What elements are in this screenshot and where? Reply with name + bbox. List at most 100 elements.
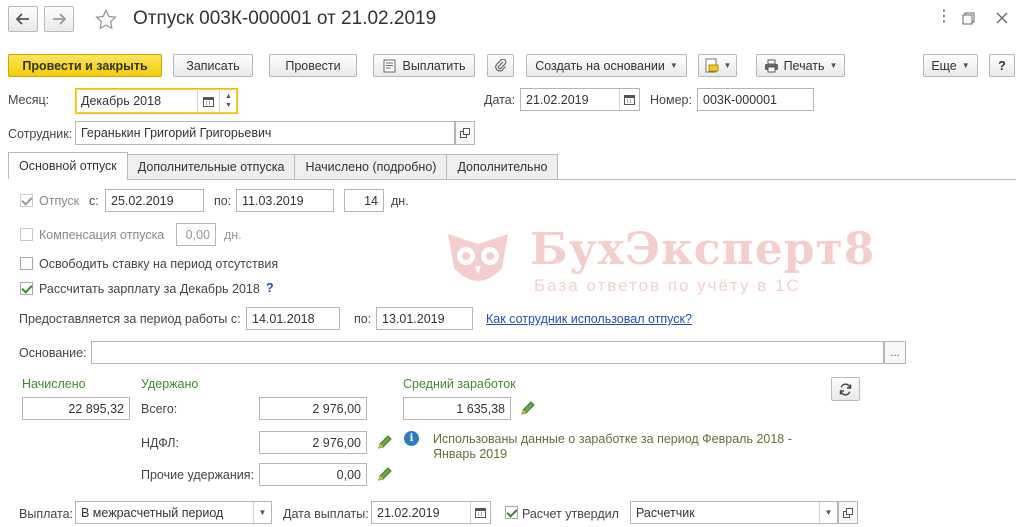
watermark-brand: БухЭксперт8 (530, 224, 876, 275)
edit-avg-pencil-icon[interactable] (520, 400, 536, 416)
number-label: Номер: (650, 93, 692, 107)
dropdown-arrow-icon[interactable]: ▼ (253, 502, 271, 523)
back-button[interactable] (8, 6, 38, 32)
vacation-from-field[interactable]: 25.02.2019 (105, 189, 204, 212)
compensation-field[interactable]: 0,00 (176, 223, 216, 246)
compensation-value: 0,00 (185, 227, 210, 242)
employee-label: Сотрудник: (8, 127, 73, 141)
compensation-label: Компенсация отпуска (39, 228, 165, 242)
attach-button[interactable] (487, 54, 514, 77)
arrow-left-icon (16, 13, 29, 25)
free-rate-checkbox[interactable] (20, 257, 33, 270)
vacation-days-value: 14 (364, 193, 378, 208)
month-stepper[interactable]: ▲ ▼ (219, 89, 237, 113)
dropdown-arrow-icon[interactable]: ▼ (819, 502, 837, 523)
calendar-icon[interactable] (470, 502, 490, 523)
vacation-checkbox[interactable] (20, 194, 33, 207)
edit-ndfl-pencil-icon[interactable] (377, 434, 393, 450)
open-approver-button[interactable] (838, 501, 858, 524)
period-label: Предоставляется за период работы с: (19, 312, 241, 326)
period-to-field[interactable]: 13.01.2019 (376, 307, 473, 330)
star-icon[interactable] (95, 9, 117, 30)
save-button[interactable]: Записать (173, 54, 253, 77)
date-label: Дата: (484, 93, 516, 107)
avg-earnings-value: 1 635,38 (456, 401, 505, 416)
avg-earnings-field: 1 635,38 (403, 397, 511, 420)
free-rate-label: Освободить ставку на период отсутствия (39, 257, 279, 271)
report-menu-button[interactable]: ▼ (698, 54, 737, 77)
approved-checkbox[interactable] (505, 506, 518, 519)
tab-main-vacation[interactable]: Основной отпуск (8, 152, 128, 179)
forward-button[interactable] (44, 6, 74, 32)
vacation-usage-link[interactable]: Как сотрудник использовал отпуск? (486, 312, 692, 326)
owl-logo-icon (448, 234, 508, 281)
compensation-checkbox[interactable] (20, 228, 33, 241)
employee-field[interactable]: Геранькин Григорий Григорьевич (75, 121, 455, 145)
period-from-field[interactable]: 14.01.2018 (246, 307, 340, 330)
number-field[interactable]: 003К-000001 (697, 88, 814, 111)
basis-select-label: ... (890, 346, 900, 359)
arrow-right-icon (53, 13, 66, 25)
dropdown-arrow-icon: ▼ (829, 61, 838, 70)
other-withholdings-field: 0,00 (259, 463, 367, 486)
dropdown-arrow-icon: ▼ (961, 61, 970, 70)
ndfl-label: НДФЛ: (141, 436, 179, 450)
tab-additional-vacations[interactable]: Дополнительные отпуска (126, 154, 296, 179)
withheld-label: Удержано (141, 377, 199, 391)
vacation-days-field[interactable]: 14 (344, 189, 384, 212)
info-text-line-1: Использованы данные о заработке за перио… (433, 432, 792, 446)
calendar-icon[interactable] (619, 89, 639, 110)
print-button[interactable]: Печать ▼ (756, 54, 845, 77)
pay-date-value: 21.02.2019 (377, 505, 440, 520)
dropdown-arrow-icon: ▼ (723, 61, 732, 70)
create-based-on-button[interactable]: Создать на основании ▼ (526, 54, 687, 77)
calc-salary-help-icon[interactable]: ? (266, 281, 274, 295)
payout-label: Выплата: (19, 507, 74, 521)
window-title: Отпуск 003К-000001 от 21.02.2019 (133, 8, 437, 29)
step-up-icon[interactable]: ▲ (225, 92, 232, 101)
total-value: 2 976,00 (312, 401, 361, 416)
more-label: Еще (931, 58, 957, 73)
open-link-icon (843, 507, 853, 518)
date-value: 21.02.2019 (526, 92, 589, 107)
info-icon: i (404, 431, 419, 446)
date-field[interactable]: 21.02.2019 (520, 88, 640, 111)
pay-label: Выплатить (402, 58, 466, 73)
approved-by-select[interactable]: Расчетчик ▼ (630, 501, 838, 524)
help-label: ? (998, 58, 1006, 73)
window-menu-icon[interactable]: ⋮ (936, 6, 953, 26)
month-field[interactable]: Декабрь 2018 ▲ ▼ (75, 88, 238, 114)
calendar-icon[interactable] (197, 89, 219, 113)
help-button[interactable]: ? (989, 54, 1015, 77)
calc-salary-checkbox[interactable] (20, 282, 33, 295)
ndfl-field: 2 976,00 (259, 431, 367, 454)
basis-select-button[interactable]: ... (884, 341, 906, 364)
edit-other-pencil-icon[interactable] (377, 466, 393, 482)
accrued-value: 22 895,32 (68, 401, 124, 416)
pay-date-field[interactable]: 21.02.2019 (371, 501, 491, 524)
close-icon[interactable] (996, 12, 1008, 24)
info-text-line-2: Январь 2019 (433, 447, 508, 461)
basis-field[interactable] (91, 341, 884, 364)
vacation-to-field[interactable]: 11.03.2019 (236, 189, 334, 212)
payout-select[interactable]: В межрасчетный период ▼ (75, 501, 272, 524)
month-label: Месяц: (8, 93, 50, 107)
tab-label: Дополнительные отпуска (137, 160, 285, 174)
open-employee-button[interactable] (455, 121, 475, 145)
post-button[interactable]: Провести (269, 54, 357, 77)
tab-additional[interactable]: Дополнительно (446, 154, 559, 179)
more-button[interactable]: Еще ▼ (923, 54, 978, 77)
vacation-from-label: с: (89, 194, 99, 208)
vacation-from-value: 25.02.2019 (111, 193, 174, 208)
tab-label: Основной отпуск (19, 159, 117, 173)
approved-label: Расчет утвердил (522, 507, 619, 521)
tab-accrued-detailed[interactable]: Начислено (подробно) (294, 154, 448, 179)
recalculate-button[interactable] (831, 377, 860, 401)
create-based-on-label: Создать на основании (535, 58, 665, 73)
post-and-close-button[interactable]: Провести и закрыть (8, 54, 162, 77)
step-down-icon[interactable]: ▼ (225, 101, 232, 110)
tab-label: Дополнительно (457, 160, 548, 174)
pay-button[interactable]: Выплатить (373, 54, 475, 77)
pay-date-label: Дата выплаты: (283, 507, 369, 521)
restore-icon[interactable] (962, 12, 975, 25)
